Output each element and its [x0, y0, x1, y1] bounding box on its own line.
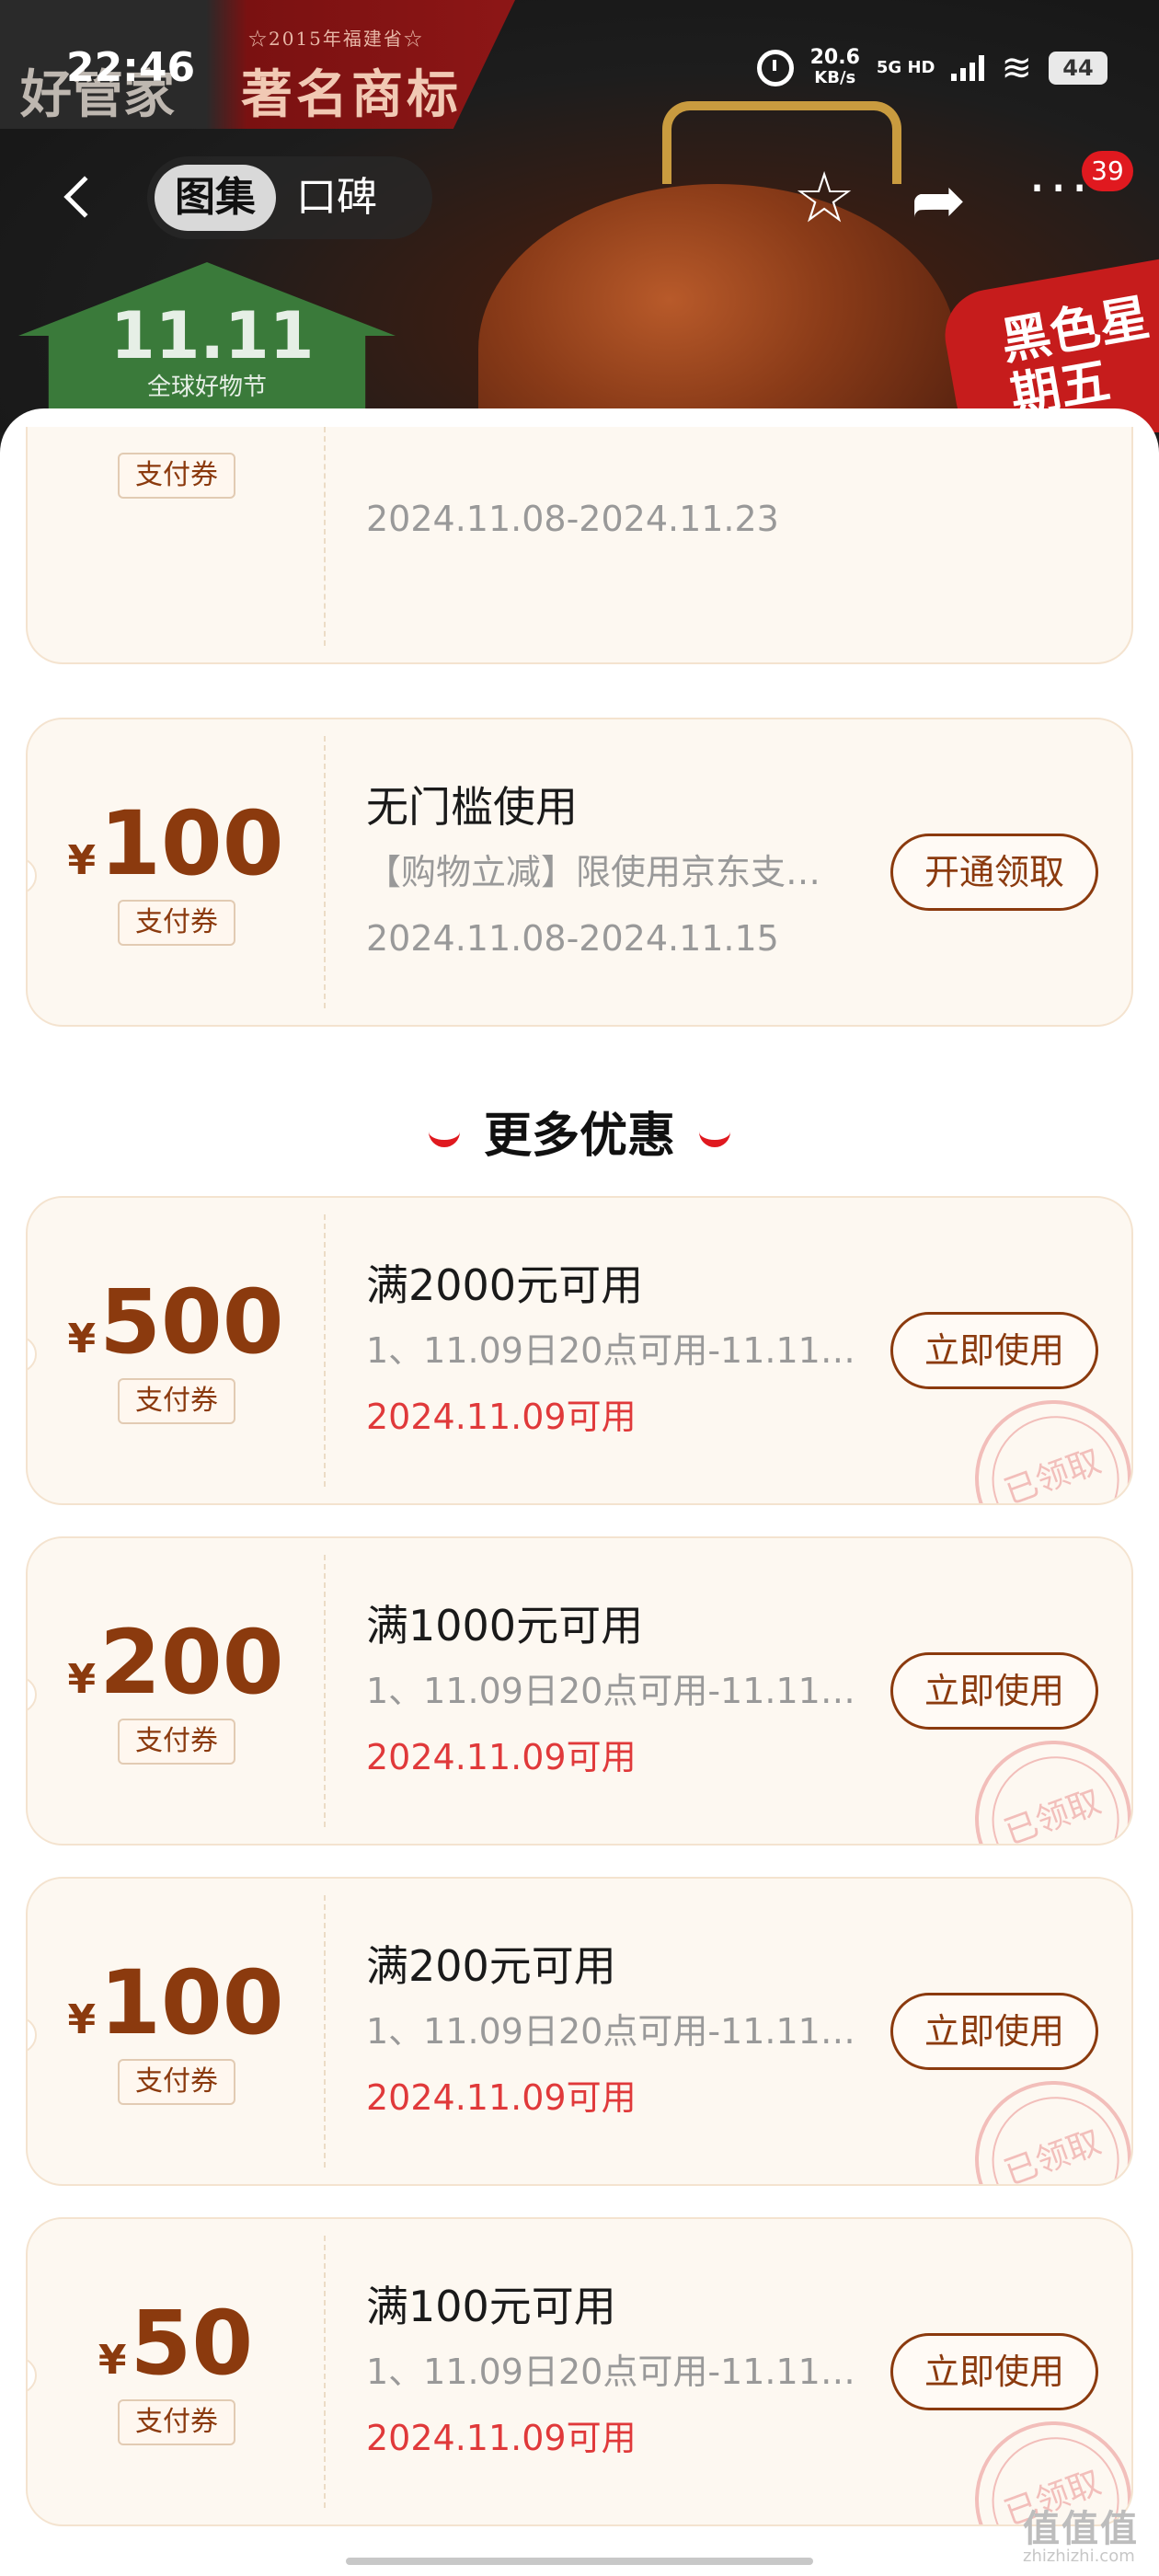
coupon-amount-block: ¥ 500 支付券 — [28, 1198, 324, 1503]
alarm-icon — [756, 50, 794, 86]
claim-coupon-button[interactable]: 开通领取 — [890, 834, 1098, 911]
coupon-amount: ¥ 500 — [28, 1271, 324, 1373]
message-count-badge: 39 — [1082, 151, 1133, 191]
coupon-date: 2024.11.08-2024.11.23 — [366, 499, 779, 539]
use-coupon-button[interactable]: 立即使用 — [890, 2333, 1098, 2410]
coupon-date: 2024.11.09可用 — [366, 1737, 637, 1777]
use-coupon-button[interactable]: 立即使用 — [890, 1993, 1098, 2070]
currency-symbol: ¥ — [67, 1996, 97, 2043]
coupon-amount-block: 支付券 — [28, 427, 324, 662]
coupon-info: 无门槛使用 【购物立减】限使用京东支… 2024.11.08-2024.11.1… — [366, 775, 881, 972]
coupon-description: 1、11.09日20点可用-11.11… — [366, 1330, 855, 1371]
coupon-condition: 满200元可用 — [366, 1941, 616, 1991]
status-indicators: 20.6 KB/s 5G HD ≋ 44 — [756, 47, 1107, 89]
coupon-card: ¥ 500 支付券 满2000元可用 1、11.09日20点可用-11.11… … — [26, 1196, 1133, 1505]
coupon-value: 100 — [99, 792, 284, 895]
tab-gallery[interactable]: 图集 — [155, 165, 276, 231]
coupon-info: 满2000元可用 1、11.09日20点可用-11.11… 2024.11.09… — [366, 1253, 881, 1450]
favorite-star-icon[interactable]: ☆ — [793, 156, 855, 239]
coupon-condition: 满1000元可用 — [366, 1601, 644, 1650]
tab-reviews[interactable]: 口碑 — [276, 165, 397, 231]
coupon-type-tag: 支付券 — [118, 2399, 235, 2445]
coupon-card: ¥ 50 支付券 满100元可用 1、11.09日20点可用-11.11… 20… — [26, 2217, 1133, 2526]
watermark-url: zhizhizhi.com — [1023, 2547, 1135, 2566]
coupon-description: 1、11.09日20点可用-11.11… — [366, 2352, 855, 2392]
coupon-card: 支付券 2024.11.08-2024.11.23 — [26, 427, 1133, 664]
coupon-condition: 满2000元可用 — [366, 1260, 644, 1310]
coupon-description: 1、11.09日20点可用-11.11… — [366, 1671, 855, 1711]
signal-icon — [951, 55, 985, 81]
coupon-type-tag: 支付券 — [118, 453, 235, 499]
coupon-info: 满1000元可用 1、11.09日20点可用-11.11… 2024.11.09… — [366, 1593, 881, 1790]
coupon-amount: ¥ 200 — [28, 1612, 324, 1713]
promo-house-text: 11.11 全球好物节 — [110, 298, 315, 402]
coupon-type-tag: 支付券 — [118, 1719, 235, 1765]
promo-1111: 11.11 — [110, 298, 315, 374]
coupon-type-tag: 支付券 — [118, 900, 235, 946]
coupon-info: 2024.11.08-2024.11.23 — [366, 486, 881, 552]
more-icon[interactable]: ··· — [1028, 147, 1092, 230]
black-friday-badge: 黑色星期五 — [937, 256, 1159, 432]
coupon-amount-block: ¥ 100 支付券 — [28, 719, 324, 1025]
coupon-card: ¥ 200 支付券 满1000元可用 1、11.09日20点可用-11.11… … — [26, 1536, 1133, 1846]
net-speed-value: 20.6 — [809, 46, 860, 69]
coupon-type-tag: 支付券 — [118, 1378, 235, 1424]
status-time: 22:46 — [66, 44, 196, 91]
coupon-value: 50 — [130, 2292, 254, 2395]
coupon-date: 2024.11.09可用 — [366, 1397, 637, 1437]
wifi-icon: ≋ — [1001, 47, 1032, 89]
coupon-amount: ¥ 100 — [28, 793, 324, 894]
currency-symbol: ¥ — [98, 2337, 127, 2384]
coupon-value: 200 — [99, 1611, 284, 1714]
coupon-date: 2024.11.09可用 — [366, 2077, 637, 2118]
share-icon[interactable]: ➦ — [911, 158, 966, 241]
nav-bar: 图集 口碑 ☆ ➦ ··· 39 — [0, 147, 1159, 248]
coupon-amount-block: ¥ 200 支付券 — [28, 1538, 324, 1844]
net-speed-unit: KB/s — [814, 68, 856, 87]
claimed-stamp: 已领取 — [953, 1719, 1131, 1844]
coupon-amount-block: ¥ 50 支付券 — [28, 2219, 324, 2524]
coupon-condition: 无门槛使用 — [366, 782, 578, 832]
more-offers-label: 更多优惠 — [483, 1109, 675, 1164]
coupon-description: 1、11.09日20点可用-11.11… — [366, 2011, 855, 2052]
net-speed-block: 20.6 KB/s — [810, 48, 860, 88]
coupon-info: 满100元可用 1、11.09日20点可用-11.11… 2024.11.09可… — [366, 2274, 881, 2471]
coupon-card: ¥ 100 支付券 满200元可用 1、11.09日20点可用-11.11… 2… — [26, 1877, 1133, 2186]
coupon-description: 【购物立减】限使用京东支… — [366, 852, 821, 892]
smile-decoration-icon — [428, 1131, 460, 1147]
gallery-tabs: 图集 口碑 — [147, 156, 432, 239]
use-coupon-button[interactable]: 立即使用 — [890, 1312, 1098, 1389]
status-bar: 22:46 20.6 KB/s 5G HD ≋ 44 — [0, 0, 1159, 138]
coupon-value: 500 — [99, 1271, 284, 1374]
claimed-stamp: 已领取 — [953, 2059, 1131, 2184]
coupon-info: 满200元可用 1、11.09日20点可用-11.11… 2024.11.09可… — [366, 1934, 881, 2131]
currency-symbol: ¥ — [67, 837, 97, 884]
network-type: 5G HD — [876, 58, 935, 77]
currency-symbol: ¥ — [67, 1656, 97, 1703]
coupon-type-tag: 支付券 — [118, 2059, 235, 2105]
claimed-stamp: 已领取 — [953, 1378, 1131, 1503]
battery-icon: 44 — [1049, 52, 1107, 85]
more-offers-heading: 更多优惠 — [0, 1097, 1159, 1166]
coupon-sheet: 优惠 支付券 2024.11.08-2024.11.23 ¥ 100 支付券 无… — [0, 408, 1159, 2576]
currency-symbol: ¥ — [67, 1316, 97, 1363]
coupon-value: 100 — [99, 1951, 284, 2054]
home-indicator[interactable] — [346, 2558, 813, 2565]
coupon-amount: ¥ 100 — [28, 1952, 324, 2053]
coupon-amount-block: ¥ 100 支付券 — [28, 1879, 324, 2184]
use-coupon-button[interactable]: 立即使用 — [890, 1652, 1098, 1730]
coupon-date: 2024.11.08-2024.11.15 — [366, 918, 779, 959]
back-icon[interactable] — [63, 176, 106, 218]
watermark-logo: 值值值 — [1023, 2508, 1139, 2550]
coupon-condition: 满100元可用 — [366, 2282, 616, 2331]
coupon-card: ¥ 100 支付券 无门槛使用 【购物立减】限使用京东支… 2024.11.08… — [26, 718, 1133, 1027]
coupon-amount: ¥ 50 — [28, 2293, 324, 2394]
smile-decoration-icon — [699, 1131, 730, 1147]
coupon-date: 2024.11.09可用 — [366, 2418, 637, 2458]
